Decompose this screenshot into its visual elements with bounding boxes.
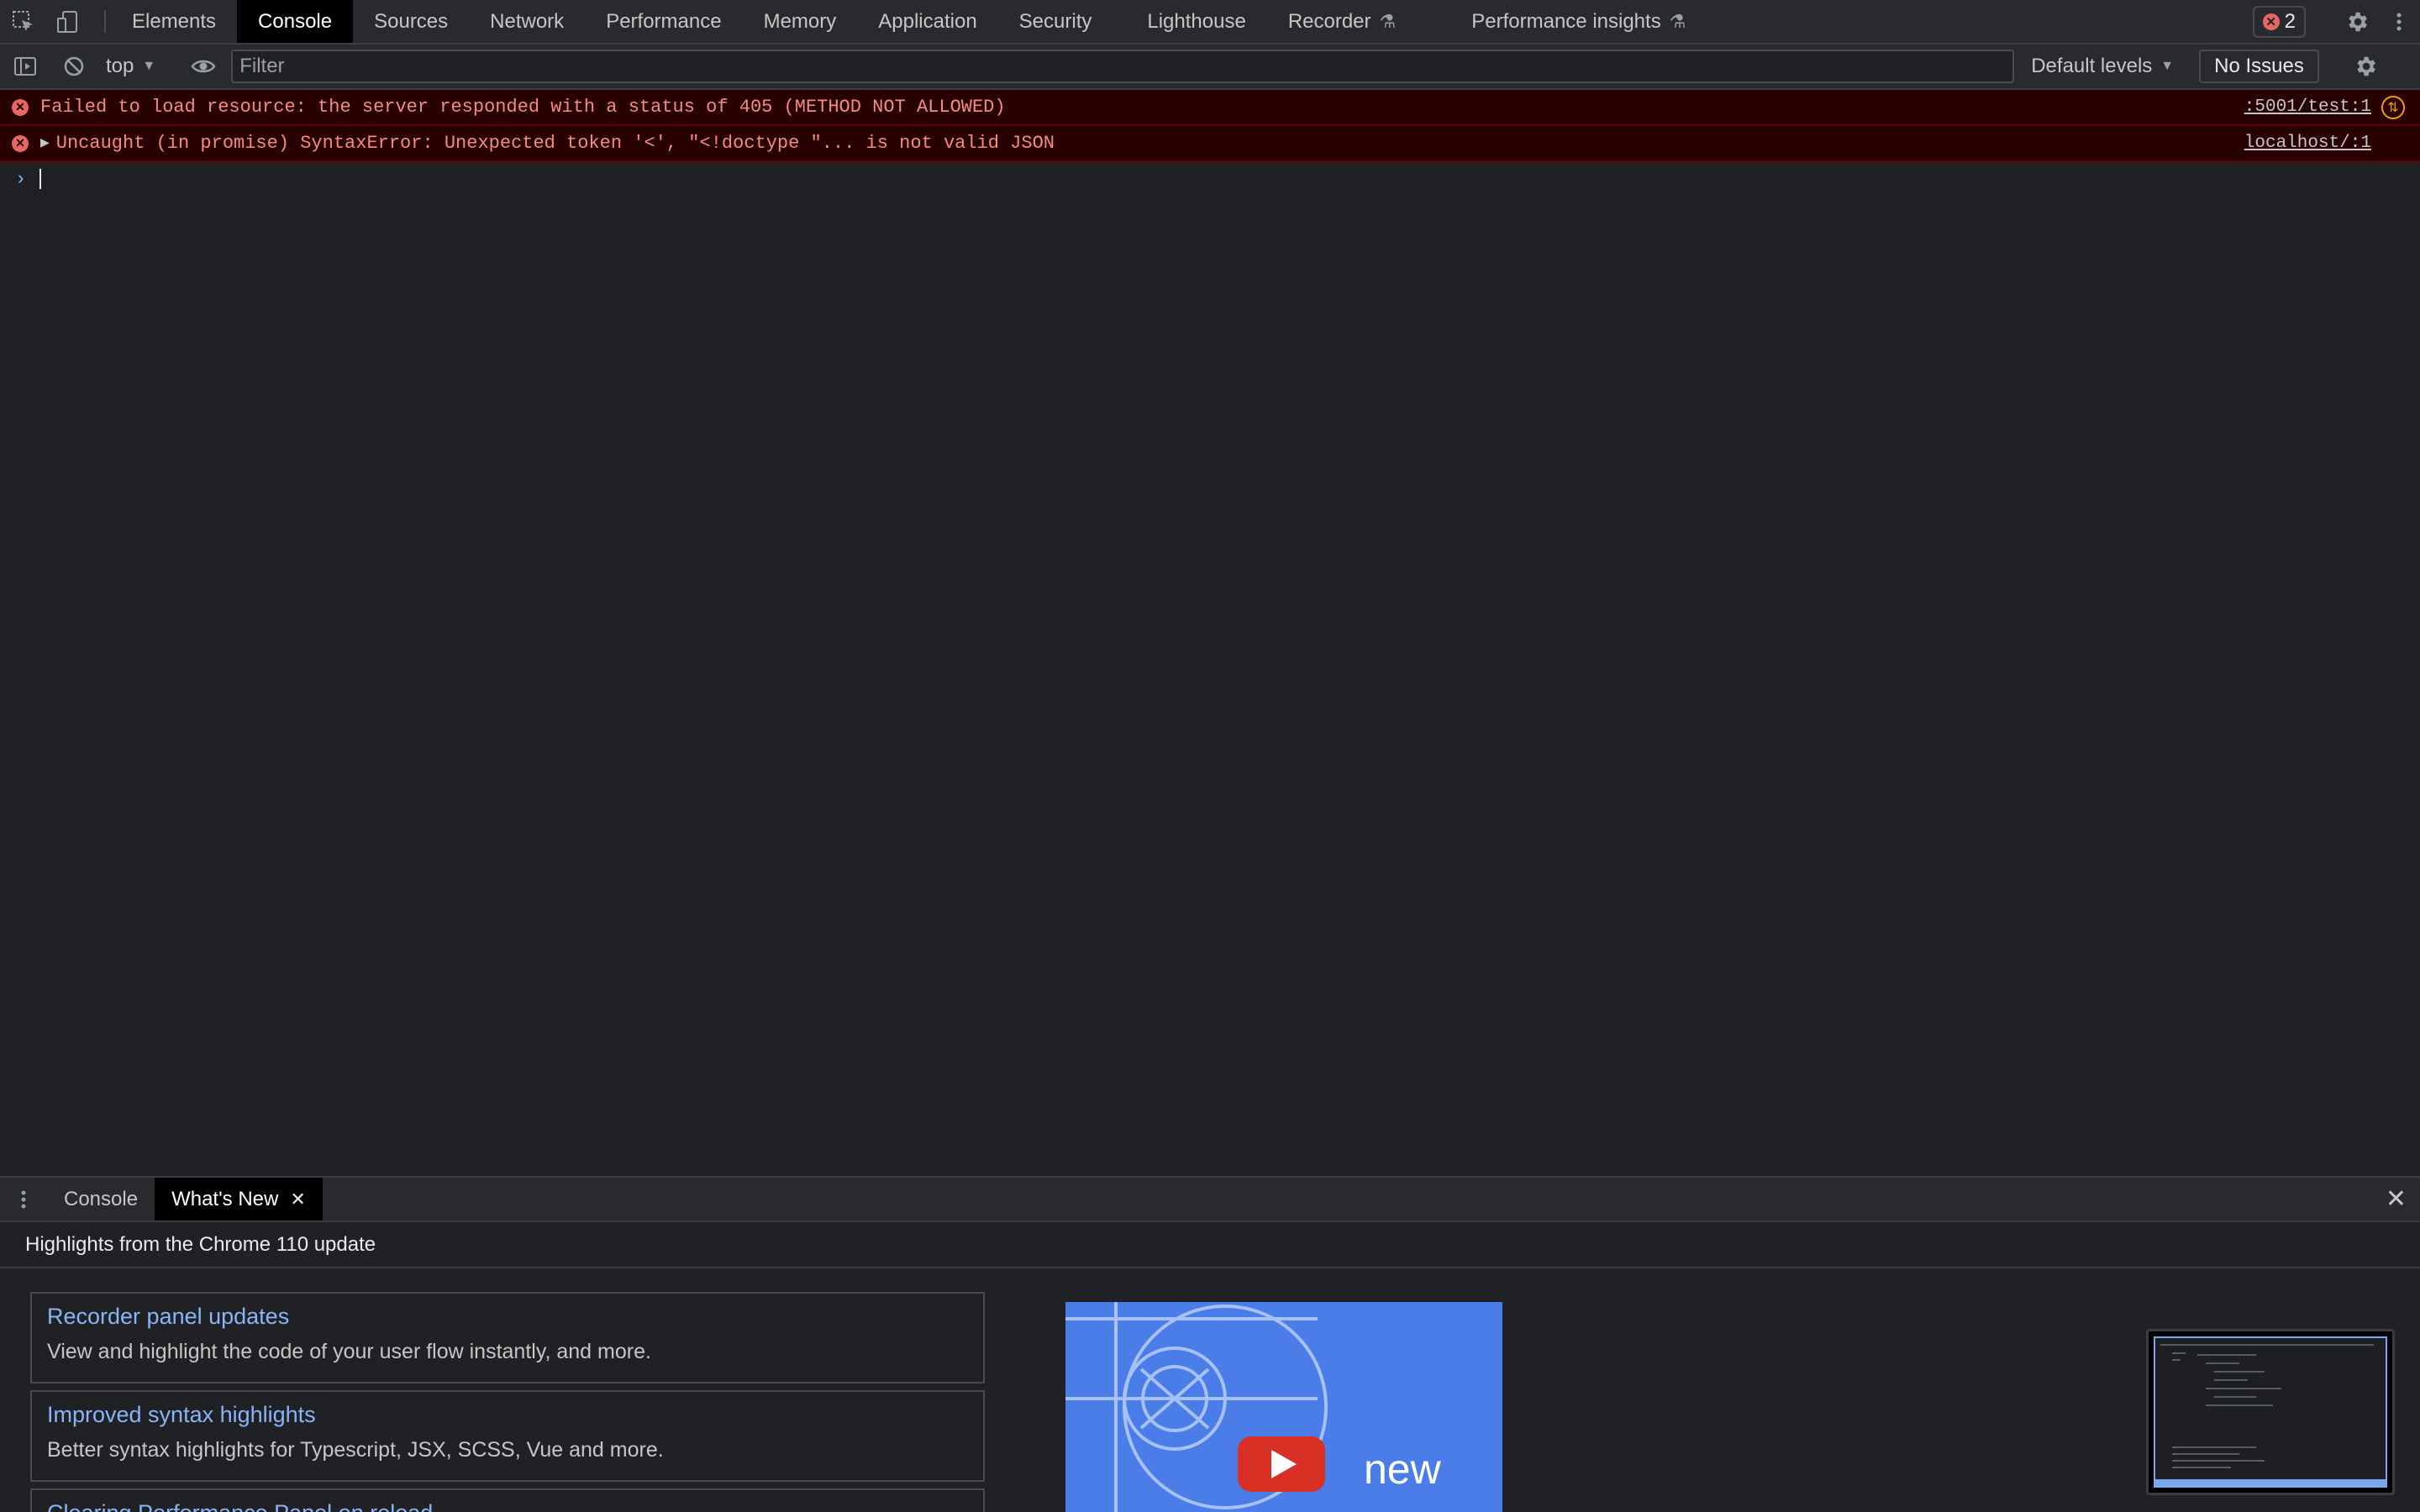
expand-triangle-icon[interactable]: ▶ bbox=[40, 136, 50, 150]
whats-new-video-thumbnail[interactable]: new bbox=[1065, 1302, 1502, 1512]
highlights-heading: Highlights from the Chrome 110 update bbox=[0, 1222, 2420, 1268]
error-icon: ✕ bbox=[2262, 13, 2280, 30]
drawer-tabbar: Console What's New ✕ ✕ bbox=[0, 1176, 2420, 1222]
tab-security[interactable]: Security bbox=[998, 0, 1113, 43]
drawer-tab-whats-new[interactable]: What's New ✕ bbox=[155, 1178, 323, 1221]
error-message-text: Failed to load resource: the server resp… bbox=[40, 97, 1006, 118]
experimental-flask-icon: ⚗ bbox=[1379, 10, 1397, 32]
drawer-tab-whats-new-label: What's New bbox=[171, 1187, 279, 1210]
error-message-text: Uncaught (in promise) SyntaxError: Unexp… bbox=[55, 133, 1055, 154]
console-error-message[interactable]: ✕ Failed to load resource: the server re… bbox=[0, 90, 2420, 126]
screen-preview-image bbox=[2154, 1336, 2387, 1488]
tab-elements[interactable]: Elements bbox=[111, 0, 237, 43]
more-options-icon[interactable] bbox=[2378, 9, 2420, 34]
whats-new-panel: Highlights from the Chrome 110 update Re… bbox=[0, 1222, 2420, 1512]
inspect-element-icon[interactable] bbox=[0, 0, 47, 43]
tab-network[interactable]: Network bbox=[469, 0, 585, 43]
tab-recorder[interactable]: Recorder ⚗ bbox=[1267, 0, 1417, 43]
console-messages: ✕ Failed to load resource: the server re… bbox=[0, 90, 2420, 1176]
tab-sources[interactable]: Sources bbox=[353, 0, 469, 43]
feature-card-description: View and highlight the code of your user… bbox=[47, 1340, 651, 1363]
error-count: 2 bbox=[2284, 9, 2296, 33]
error-icon: ✕ bbox=[12, 134, 29, 152]
dropdown-arrow-icon: ▼ bbox=[2160, 59, 2175, 73]
source-link[interactable]: :5001/test:1 bbox=[2244, 97, 2371, 117]
text-cursor bbox=[39, 169, 42, 189]
close-drawer-icon[interactable]: ✕ bbox=[2372, 1178, 2420, 1221]
network-request-icon[interactable]: ⇅ bbox=[2381, 95, 2405, 119]
prompt-chevron-icon: › bbox=[15, 168, 27, 190]
filter-input[interactable] bbox=[231, 50, 2015, 83]
tab-performance-insights-label: Performance insights bbox=[1471, 9, 1661, 33]
tab-application[interactable]: Application bbox=[857, 0, 997, 43]
log-levels-dropdown[interactable]: Default levels ▼ bbox=[2031, 55, 2174, 78]
tabbar-right-controls: ✕ 2 bbox=[2252, 0, 2420, 43]
live-expression-eye-icon[interactable] bbox=[182, 53, 224, 80]
settings-gear-icon[interactable] bbox=[2336, 9, 2378, 34]
console-prompt[interactable]: › bbox=[0, 162, 2420, 196]
log-levels-label: Default levels bbox=[2031, 55, 2153, 77]
source-link[interactable]: localhost/:1 bbox=[2244, 134, 2371, 153]
feature-card: Clearing Performance Panel on reload bbox=[30, 1488, 985, 1512]
tab-memory[interactable]: Memory bbox=[743, 0, 858, 43]
feature-card-link[interactable]: Clearing Performance Panel on reload bbox=[47, 1500, 968, 1512]
feature-card-link[interactable]: Recorder panel updates bbox=[47, 1304, 968, 1330]
error-count-badge[interactable]: ✕ 2 bbox=[2252, 5, 2306, 38]
clear-console-icon[interactable] bbox=[50, 54, 97, 79]
experimental-flask-icon: ⚗ bbox=[1669, 10, 1686, 32]
devtools-tabbar: Elements Console Sources Network Perform… bbox=[0, 0, 2420, 45]
feature-card: Improved syntax highlights Better syntax… bbox=[30, 1390, 985, 1482]
sidebar-toggle-icon[interactable] bbox=[0, 54, 50, 79]
tab-console[interactable]: Console bbox=[237, 0, 354, 43]
feature-card-description: Better syntax highlights for Typescript,… bbox=[47, 1438, 664, 1462]
tab-recorder-label: Recorder bbox=[1287, 9, 1371, 33]
console-error-message[interactable]: ✕ ▶ Uncaught (in promise) SyntaxError: U… bbox=[0, 126, 2420, 162]
close-tab-icon[interactable]: ✕ bbox=[290, 1189, 305, 1210]
console-settings-gear-icon[interactable] bbox=[2344, 54, 2386, 79]
feature-card-link[interactable]: Improved syntax highlights bbox=[47, 1402, 968, 1428]
toolbar-divider bbox=[104, 10, 106, 33]
console-toolbar: top ▼ Default levels ▼ No Issues bbox=[0, 45, 2420, 90]
context-selector-label: top bbox=[106, 55, 134, 77]
issues-button[interactable]: No Issues bbox=[2199, 50, 2319, 83]
video-overlay-text: new bbox=[1364, 1446, 1441, 1493]
dropdown-arrow-icon: ▼ bbox=[142, 59, 156, 73]
drawer-menu-icon[interactable] bbox=[0, 1178, 47, 1221]
feature-card: Recorder panel updates View and highligh… bbox=[30, 1292, 985, 1383]
tab-lighthouse[interactable]: Lighthouse bbox=[1126, 0, 1266, 43]
error-icon: ✕ bbox=[12, 98, 29, 116]
context-selector[interactable]: top ▼ bbox=[97, 55, 164, 78]
tab-performance-insights[interactable]: Performance insights ⚗ bbox=[1450, 0, 1707, 43]
device-toolbar-icon[interactable] bbox=[47, 0, 89, 43]
tab-performance[interactable]: Performance bbox=[585, 0, 742, 43]
drawer-tab-console[interactable]: Console bbox=[47, 1178, 155, 1221]
screen-preview-thumbnail[interactable] bbox=[2146, 1329, 2395, 1495]
